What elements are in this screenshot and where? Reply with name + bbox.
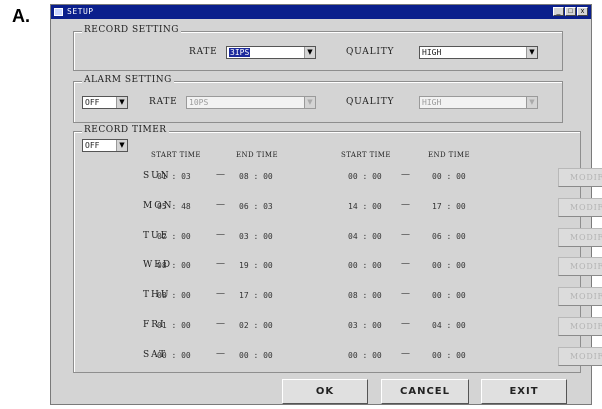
modify-button[interactable]: MODIFY [558,228,602,247]
time-value-s1: 08 : 00 [157,291,191,300]
modify-button[interactable]: MODIFY [558,347,602,366]
figure-label: A. [12,6,30,26]
record-quality-select[interactable]: HIGH ▼ [419,46,538,59]
record-timer-mode-value: OFF [85,141,100,150]
record-timer-title: RECORD TIMER [82,125,169,135]
end-time-header-1: END TIME [236,151,278,159]
modify-button[interactable]: MODIFY [558,257,602,276]
chevron-down-icon[interactable]: ▼ [526,97,537,108]
time-value-e2: 04 : 00 [432,321,466,330]
record-rate-select[interactable]: 3IPS ▼ [226,46,316,59]
time-range-dash: — [216,289,225,299]
record-quality-value: HIGH [422,48,442,57]
record-timer-group: RECORD TIMER [73,125,581,373]
window-app-icon[interactable] [54,8,63,16]
time-range-dash: — [216,349,225,359]
maximize-button[interactable]: □ [565,7,576,16]
alarm-setting-title: ALARM SETTING [82,75,174,85]
chevron-down-icon[interactable]: ▼ [526,47,537,58]
exit-button[interactable]: EXIT [481,379,567,404]
time-value-s1: 02 : 00 [157,232,191,241]
chevron-down-icon[interactable]: ▼ [304,97,315,108]
close-button[interactable]: x [577,7,588,16]
alarm-quality-select[interactable]: HIGH ▼ [419,96,538,109]
end-time-header-2: END TIME [428,151,470,159]
record-rate-value: 3IPS [229,48,251,57]
record-setting-title: RECORD SETTING [82,25,181,35]
time-value-s1: 01 : 03 [157,172,191,181]
time-range-dash: — [216,319,225,329]
modify-button[interactable]: MODIFY [558,168,602,187]
time-value-e2: 00 : 00 [432,261,466,270]
time-value-e2: 17 : 00 [432,202,466,211]
time-value-e1: 03 : 00 [239,232,273,241]
time-value-s2: 03 : 00 [348,321,382,330]
time-value-e1: 17 : 00 [239,291,273,300]
alarm-rate-value: 10PS [189,98,209,107]
time-range-dash: — [401,349,410,359]
time-value-s1: 01 : 00 [157,321,191,330]
time-range-dash: — [401,289,410,299]
time-value-s1: 00 : 00 [157,351,191,360]
alarm-quality-value: HIGH [422,98,442,107]
modify-button[interactable]: MODIFY [558,287,602,306]
cancel-button[interactable]: CANCEL [381,379,469,404]
time-value-e2: 00 : 00 [432,291,466,300]
time-value-e2: 00 : 00 [432,351,466,360]
time-value-s1: 05 : 48 [157,202,191,211]
start-time-header-1: START TIME [151,151,201,159]
time-value-e1: 00 : 00 [239,351,273,360]
record-quality-label: QUALITY [346,47,395,57]
time-value-e2: 06 : 00 [432,232,466,241]
time-value-s1: 08 : 00 [157,261,191,270]
setup-window: SETUP _ □ x RECORD SETTING RATE 3IPS ▼ Q… [50,4,602,405]
modify-button[interactable]: MODIFY [558,198,602,217]
time-range-dash: — [401,259,410,269]
window-title: SETUP [67,7,94,16]
record-rate-label: RATE [189,47,218,57]
title-bar[interactable]: SETUP _ □ x [51,5,591,19]
minimize-button[interactable]: _ [553,7,564,16]
time-range-dash: — [401,319,410,329]
time-value-s2: 00 : 00 [348,261,382,270]
time-range-dash: — [216,170,225,180]
ok-button[interactable]: OK [282,379,368,404]
chevron-down-icon[interactable]: ▼ [304,47,315,58]
alarm-quality-label: QUALITY [346,97,395,107]
alarm-rate-label: RATE [149,97,178,107]
chevron-down-icon[interactable]: ▼ [116,97,127,108]
chevron-down-icon[interactable]: ▼ [116,140,127,151]
modify-button[interactable]: MODIFY [558,317,602,336]
time-range-dash: — [401,170,410,180]
time-value-e1: 02 : 00 [239,321,273,330]
alarm-mode-select[interactable]: OFF ▼ [82,96,128,109]
time-range-dash: — [401,230,410,240]
time-range-dash: — [216,230,225,240]
time-value-e1: 06 : 03 [239,202,273,211]
time-range-dash: — [216,200,225,210]
time-value-s2: 04 : 00 [348,232,382,241]
time-value-s2: 00 : 00 [348,351,382,360]
time-range-dash: — [216,259,225,269]
time-value-e2: 00 : 00 [432,172,466,181]
start-time-header-2: START TIME [341,151,391,159]
alarm-mode-value: OFF [85,98,100,107]
time-value-s2: 14 : 00 [348,202,382,211]
time-range-dash: — [401,200,410,210]
time-value-s2: 08 : 00 [348,291,382,300]
record-timer-mode-select[interactable]: OFF ▼ [82,139,128,152]
alarm-rate-select[interactable]: 10PS ▼ [186,96,316,109]
time-value-s2: 00 : 00 [348,172,382,181]
time-value-e1: 19 : 00 [239,261,273,270]
time-value-e1: 08 : 00 [239,172,273,181]
